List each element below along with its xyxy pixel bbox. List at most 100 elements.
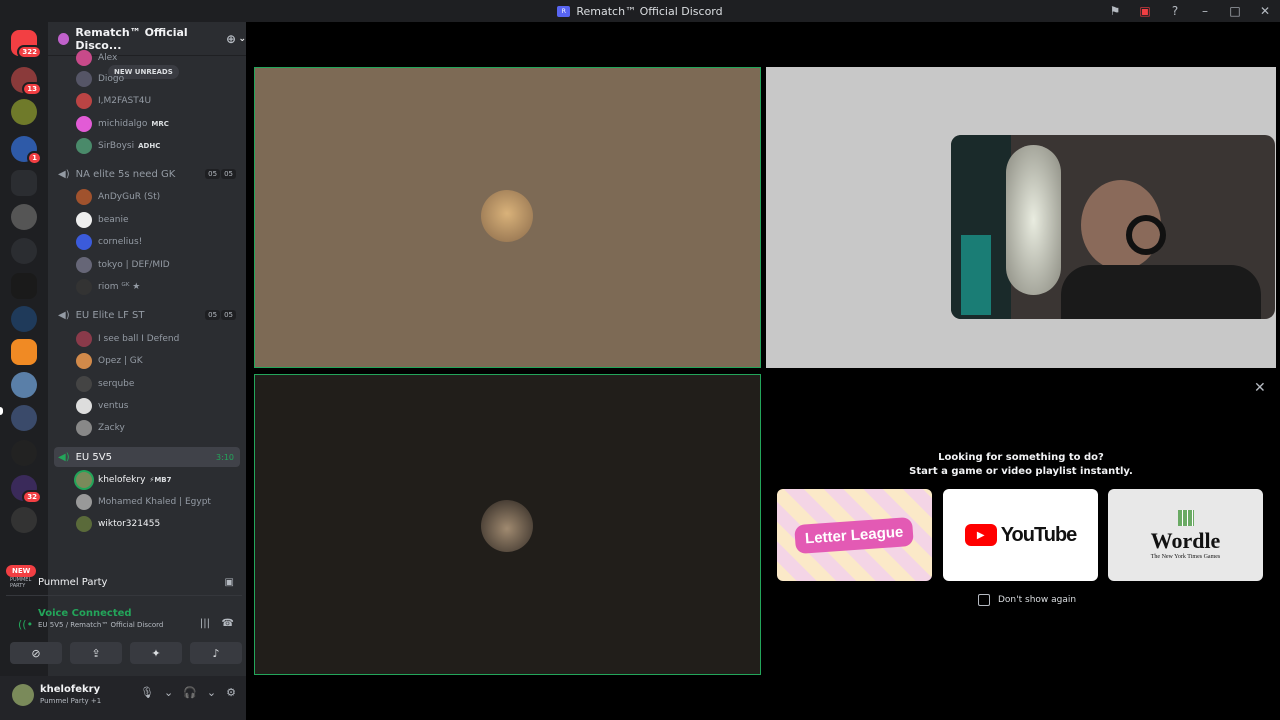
checkbox[interactable] [978,594,990,606]
webcam-shirt [1061,265,1261,319]
minimize-button[interactable]: – [1190,4,1220,18]
letter-league-card[interactable]: Letter League [777,489,932,581]
user-name: Diogo [98,74,125,84]
chevron-down-icon[interactable]: ⌄ [207,686,216,699]
username[interactable]: khelofekry [40,684,100,695]
voice-channel-active[interactable]: ◀) EU 5V5 3:10 [54,447,240,467]
user-name: SirBoysi [98,141,135,151]
dont-show-again[interactable]: Don't show again [978,594,1076,606]
user-name: cornelius! [98,237,143,247]
server-boost-icon [58,32,70,45]
server-icon[interactable] [11,306,37,332]
voice-actions: ⊘ ⇪ ✦ ♪ [10,642,242,664]
voice-user[interactable]: SirBoysi ADHC [76,136,160,156]
voice-user[interactable]: Diogo [76,69,124,89]
speaker-icon: ◀) [58,309,70,321]
voice-user[interactable]: ventus [76,396,129,416]
speaker-icon: ◀) [58,168,70,180]
inbox-flag-icon[interactable]: ⚑ [1100,4,1130,18]
noise-suppression-icon[interactable]: ||| [200,618,210,629]
activity-prompt: Looking for something to do? Start a gam… [766,451,1276,479]
server-icon[interactable]: 13 [11,67,42,96]
voice-user[interactable]: riom ᴳᴷ ★ [76,277,140,297]
participant-avatar [481,190,533,242]
voice-user[interactable]: beanie [76,210,129,230]
voice-user[interactable]: tokyo | DEF/MID [76,255,170,275]
voice-user[interactable]: I,M2FAST4U [76,91,151,111]
activity-panel[interactable]: PUMMEL PARTY Pummel Party ▣ [6,570,242,596]
direct-messages-button[interactable]: 322 [11,30,42,59]
user-name: wiktor321455 [98,519,161,529]
voice-channel[interactable]: ◀) EU Elite LF ST 05 05 [54,305,240,325]
wordle-subtitle: The New York Times Games [1150,554,1221,560]
screen-icon[interactable]: ▣ [1130,4,1160,18]
wordle-card[interactable]: Wordle The New York Times Games [1108,489,1263,581]
voice-user[interactable]: cornelius! [76,232,142,252]
voice-user[interactable]: AnDyGuR (St) [76,187,160,207]
dont-show-label: Don't show again [998,595,1077,605]
voice-user[interactable]: Mohamed Khaled | Egypt [76,492,211,512]
camera-off-button[interactable]: ⊘ [10,642,62,664]
server-icon[interactable]: 32 [11,475,42,504]
user-name: serqube [98,379,135,389]
soundboard-button[interactable]: ♪ [190,642,242,664]
microphone-icon[interactable]: 🎙 [140,686,154,699]
user-name: michidalgo [98,119,148,129]
activity-logo: PUMMEL PARTY [10,576,32,589]
youtube-play-icon: ▶ [964,524,997,546]
folder-icon[interactable] [11,170,37,196]
server-icon[interactable] [11,273,37,299]
headphones-icon[interactable]: 🎧 [183,686,197,699]
server-icon-rematch[interactable] [11,405,37,431]
user-name: ventus [98,401,129,411]
stream-icon[interactable]: ▣ [225,577,234,588]
server-icon[interactable] [11,204,37,230]
signal-icon[interactable]: ((• [18,618,33,631]
webcam-headset [1126,215,1166,255]
prompt-subtitle: Start a game or video playlist instantly… [909,466,1133,477]
server-icon[interactable] [11,440,37,466]
server-badge: 13 [22,82,42,96]
speaker-icon: ◀) [58,451,70,463]
server-icon[interactable]: 1 [11,136,42,165]
webcam-light [961,235,991,315]
user-count: 05 [205,169,221,179]
webcam-overlay [951,135,1275,319]
server-icon[interactable] [11,507,37,533]
voice-channel[interactable]: ◀) NA elite 5s need GK 05 05 [54,164,240,184]
activity-name: Pummel Party [38,577,108,588]
voice-user[interactable]: I see ball I Defend [76,329,179,349]
share-screen-button[interactable]: ⇪ [70,642,122,664]
chevron-down-icon[interactable]: ⌄ [164,686,173,699]
add-member-icon[interactable]: ⊕ [226,32,236,46]
server-icon[interactable] [11,339,37,365]
voice-user[interactable]: wiktor321455 [76,514,160,534]
server-icon[interactable] [11,99,37,125]
user-name: AnDyGuR (St) [98,192,161,202]
selected-server-pill [0,407,3,415]
server-icon[interactable] [11,372,37,398]
participant-tile[interactable] [254,67,761,368]
voice-user[interactable]: serqube [76,374,134,394]
close-window-button[interactable]: ✕ [1250,4,1280,18]
disconnect-icon[interactable]: ☎ [222,618,234,629]
voice-status[interactable]: Voice Connected [10,608,246,619]
help-icon[interactable]: ? [1160,4,1190,18]
voice-user[interactable]: Alex [76,48,117,68]
activities-button[interactable]: ✦ [130,642,182,664]
user-name: tokyo | DEF/MID [98,260,170,270]
user-name: Opez | GK [98,356,143,366]
youtube-card[interactable]: ▶ YouTube [943,489,1098,581]
app-logo-icon: R [557,5,571,17]
voice-user[interactable]: Zacky [76,418,125,438]
discord-window: { "window":{"title":"Rematch™ Official D… [0,0,1280,720]
participant-tile[interactable] [254,374,761,675]
voice-user[interactable]: Opez | GK [76,351,143,371]
voice-user[interactable]: khelofekry ⚡MB7 [76,470,172,490]
settings-gear-icon[interactable]: ⚙ [226,686,236,699]
server-icon[interactable] [11,238,37,264]
maximize-button[interactable]: □ [1220,4,1250,18]
close-icon[interactable]: ✕ [1254,380,1266,396]
avatar[interactable] [12,684,34,706]
voice-user[interactable]: michidalgo MRC [76,114,169,134]
